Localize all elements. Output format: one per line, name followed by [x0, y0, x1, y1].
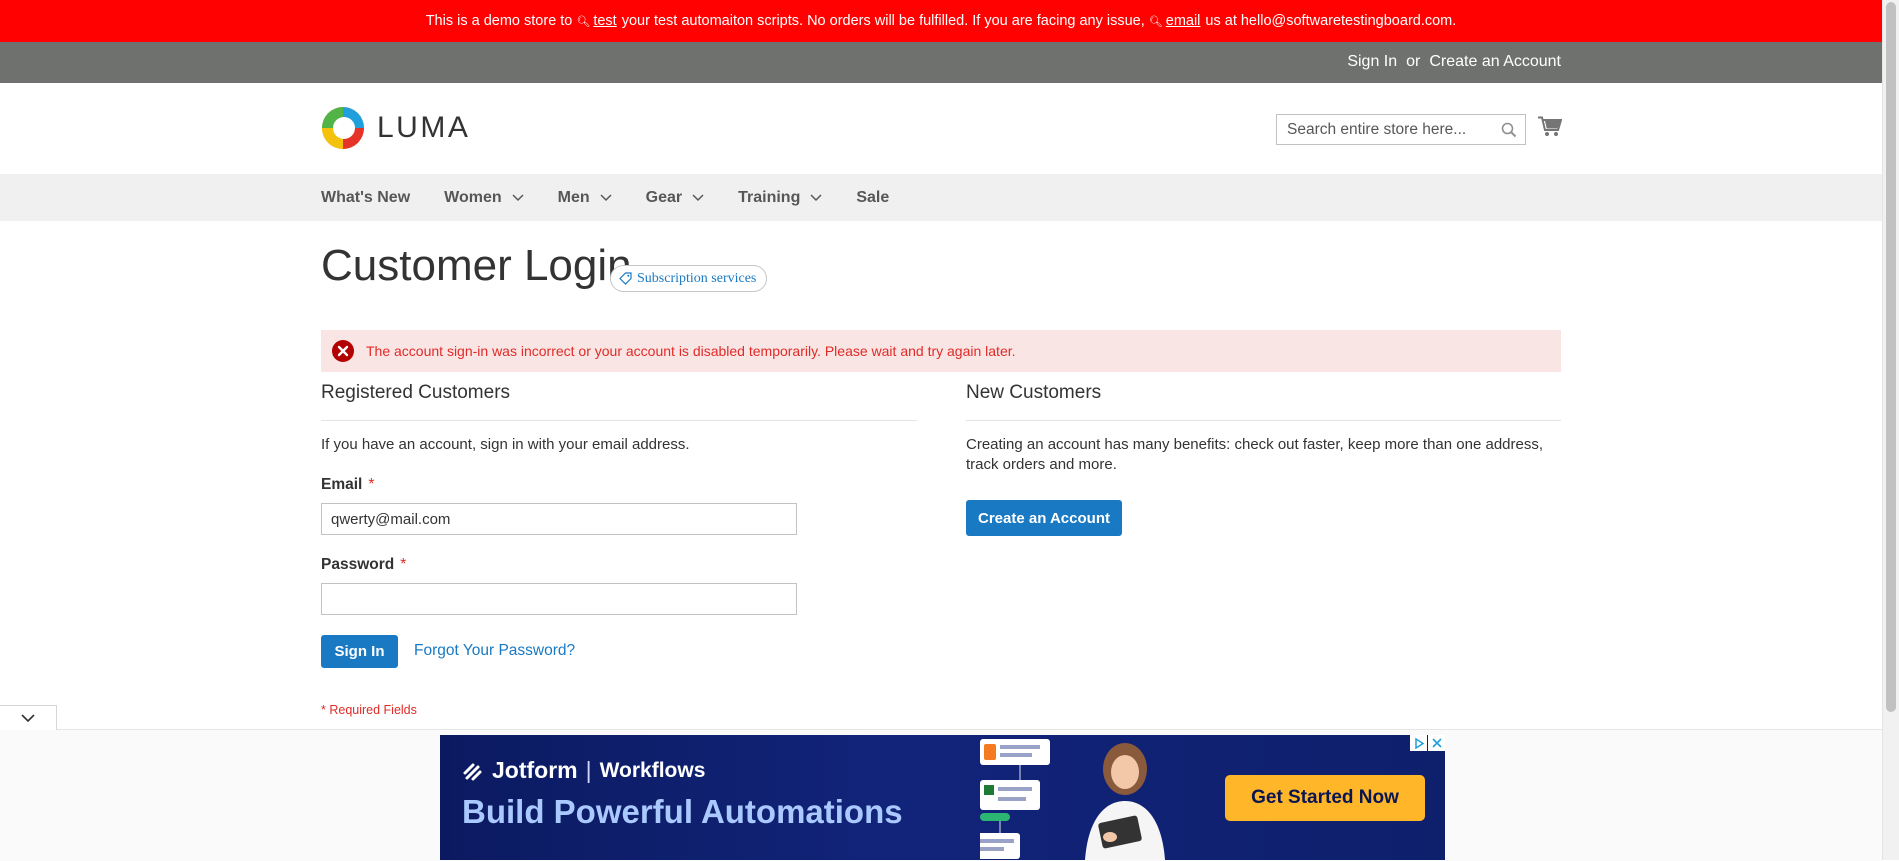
- password-label-text: Password: [321, 556, 395, 573]
- email-label-text: Email: [321, 476, 363, 493]
- nav-item-label: Training: [738, 188, 801, 206]
- nav-item-training[interactable]: Training: [738, 189, 822, 207]
- chevron-down-icon: [600, 193, 612, 201]
- ad-get-started-button[interactable]: Get Started Now: [1225, 775, 1425, 821]
- nav-item-label: Men: [557, 188, 590, 206]
- collapse-ad-button[interactable]: [0, 705, 57, 730]
- header-create-account-link[interactable]: Create an Account: [1429, 53, 1561, 71]
- divider: [321, 420, 917, 421]
- banner-email-link[interactable]: email: [1166, 13, 1201, 29]
- magnifier-icon: 🔍︎: [576, 15, 591, 28]
- required-asterisk: *: [368, 476, 375, 493]
- error-message-text: The account sign-in was incorrect or you…: [366, 343, 1016, 359]
- header-panel: Sign In or Create an Account: [0, 42, 1882, 83]
- email-field[interactable]: [321, 503, 797, 535]
- page-title: Customer Login: [321, 241, 632, 290]
- banner-text-mid: your test automaiton scripts. No orders …: [621, 13, 1145, 29]
- sign-in-button[interactable]: Sign In: [321, 635, 398, 668]
- nav-item-sale[interactable]: Sale: [856, 189, 889, 207]
- error-message: The account sign-in was incorrect or you…: [321, 330, 1561, 372]
- chevron-down-icon: [512, 193, 524, 201]
- ad-badges: [1410, 735, 1445, 751]
- jotform-logo-icon: [463, 763, 482, 780]
- new-customers-title: New Customers: [966, 382, 1102, 403]
- advertisement-banner[interactable]: Jotform | Workflows Build Powerful Autom…: [440, 735, 1445, 860]
- search-box: [1276, 114, 1526, 145]
- password-field[interactable]: [321, 583, 797, 615]
- nav-item-label: Sale: [856, 188, 890, 206]
- email-label: Email *: [321, 476, 374, 494]
- adchoices-icon[interactable]: [1410, 735, 1427, 751]
- forgot-password-link[interactable]: Forgot Your Password?: [414, 642, 575, 660]
- nav-item-label: Gear: [645, 188, 683, 206]
- ad-brand-separator: |: [585, 757, 592, 783]
- ad-brand: Jotform | Workflows: [462, 757, 705, 784]
- ad-brand-name: Jotform: [492, 757, 578, 783]
- required-fields-note: * Required Fields: [321, 703, 417, 717]
- nav-item-men[interactable]: Men: [558, 189, 612, 207]
- password-label: Password *: [321, 556, 406, 574]
- error-icon: [332, 340, 354, 362]
- subscription-services-label: Subscription services: [637, 270, 757, 286]
- nav-item-gear[interactable]: Gear: [646, 189, 704, 207]
- logo-text: LUMA: [377, 111, 471, 144]
- close-icon[interactable]: [1428, 735, 1445, 751]
- cart-icon[interactable]: [1538, 116, 1562, 137]
- divider: [966, 420, 1561, 421]
- header-or-text: or: [1406, 53, 1421, 70]
- nav-item-whats-new[interactable]: What's New: [321, 189, 410, 207]
- new-customers-intro-line1: Creating an account has many benefits: c…: [966, 436, 1544, 453]
- luma-logo-icon: [322, 107, 364, 149]
- store-logo[interactable]: LUMA: [321, 106, 470, 150]
- nav-item-women[interactable]: Women: [444, 188, 524, 207]
- header-sign-in-link[interactable]: Sign In: [1347, 53, 1397, 71]
- scrollbar-thumb[interactable]: [1886, 2, 1896, 712]
- tag-icon: [619, 272, 632, 285]
- ad-headline: Build Powerful Automations: [462, 793, 903, 830]
- chevron-down-icon: [692, 193, 704, 201]
- registered-customers-title: Registered Customers: [321, 382, 511, 403]
- main-navigation: What's New Women Men Gear Training Sale: [0, 174, 1882, 221]
- banner-text-before: This is a demo store to: [425, 13, 573, 29]
- ad-product-name: Workflows: [599, 758, 706, 782]
- search-icon[interactable]: [1501, 122, 1517, 138]
- chevron-down-icon: [21, 713, 35, 722]
- search-input[interactable]: [1285, 115, 1494, 145]
- nav-item-label: What's New: [321, 188, 411, 206]
- demo-notice-banner: This is a demo store to 🔍︎ test your tes…: [0, 0, 1882, 42]
- banner-text-after: us at hello@softwaretestingboard.com.: [1205, 13, 1457, 29]
- subscription-services-pill[interactable]: Subscription services: [610, 265, 768, 292]
- required-asterisk: *: [400, 556, 407, 573]
- new-customers-intro-line2: track orders and more.: [966, 456, 1117, 473]
- registered-intro-text: If you have an account, sign in with you…: [321, 436, 690, 453]
- magnifier-icon: 🔍︎: [1148, 15, 1163, 28]
- banner-test-link[interactable]: test: [593, 13, 616, 29]
- page-scrollbar[interactable]: [1882, 0, 1899, 860]
- nav-item-label: Women: [444, 188, 502, 206]
- create-account-button[interactable]: Create an Account: [966, 500, 1122, 536]
- chevron-down-icon: [810, 193, 822, 201]
- person-illustration: [1085, 743, 1165, 860]
- header-links: Sign In or Create an Account: [1347, 53, 1561, 71]
